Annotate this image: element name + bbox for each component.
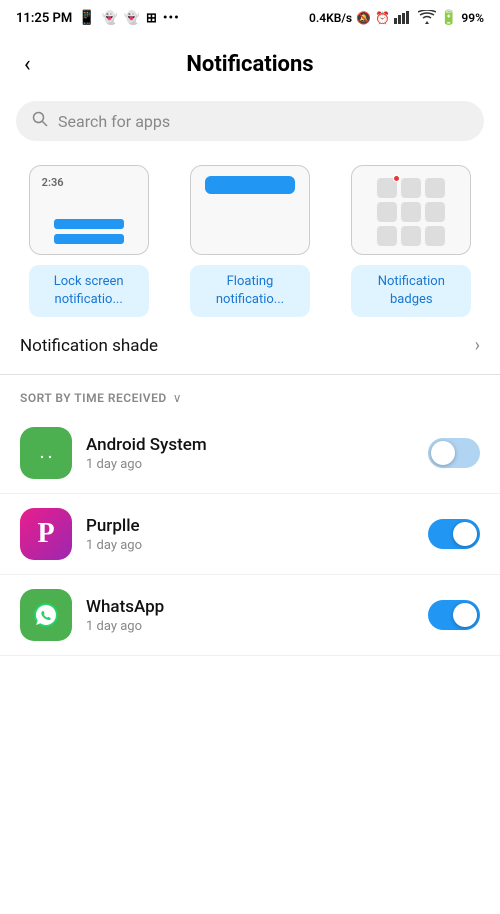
badge-app-3	[425, 178, 445, 198]
mute-icon: 🔕	[356, 11, 371, 25]
badge-app-9	[425, 226, 445, 246]
badge-app-1	[377, 178, 397, 198]
badge-app-6	[425, 202, 445, 222]
purplle-toggle-knob	[453, 522, 477, 546]
android-system-time: 1 day ago	[86, 457, 414, 472]
back-button[interactable]: ‹	[16, 48, 39, 81]
sort-section[interactable]: SORT BY TIME RECEIVED ∨	[0, 375, 500, 413]
badge-label[interactable]: Notification badges	[351, 265, 471, 317]
lock-bar-1	[54, 219, 124, 229]
snapchat2-icon: 👻	[124, 11, 140, 26]
purplle-icon: P	[20, 508, 72, 560]
whatsapp-name: WhatsApp	[86, 597, 414, 617]
badge-app-2	[401, 178, 421, 198]
whatsapp-toggle-knob	[453, 603, 477, 627]
floating-card[interactable]	[190, 165, 310, 255]
whatsapp-app-icon	[20, 589, 72, 641]
whatsapp-time: 1 day ago	[86, 619, 414, 634]
badge-dot	[393, 175, 400, 182]
grid-icon: ⊞	[146, 11, 157, 26]
app-row-purplle: P Purplle 1 day ago	[0, 494, 500, 575]
lock-screen-item[interactable]: 2:36 Lock screen notificatio...	[12, 165, 165, 317]
android-system-icon	[20, 427, 72, 479]
purplle-time: 1 day ago	[86, 538, 414, 553]
float-notif-bar	[205, 176, 295, 194]
badge-app-grid	[377, 178, 445, 246]
lock-bar-2	[54, 234, 124, 244]
notif-shade-row[interactable]: Notification shade ›	[0, 317, 500, 374]
chevron-right-icon: ›	[475, 335, 480, 356]
whatsapp-toggle[interactable]	[428, 600, 480, 630]
floating-item[interactable]: Floating notificatio...	[173, 165, 326, 317]
wifi-icon	[418, 10, 436, 27]
page-title: Notifications	[186, 52, 313, 77]
purplle-toggle[interactable]	[428, 519, 480, 549]
status-right: 0.4KB/s 🔕 ⏰ 🔋 99%	[309, 10, 484, 27]
whatsapp-icon: 📱	[78, 10, 95, 26]
badge-item[interactable]: Notification badges	[335, 165, 488, 317]
search-icon	[32, 111, 48, 131]
android-system-name: Android System	[86, 435, 414, 455]
lock-time-label: 2:36	[42, 176, 64, 189]
whatsapp-info: WhatsApp 1 day ago	[86, 597, 414, 634]
badge-app-4	[377, 202, 397, 222]
sort-label: SORT BY TIME RECEIVED	[20, 391, 167, 405]
purplle-info: Purplle 1 day ago	[86, 516, 414, 553]
header: ‹ Notifications	[0, 36, 500, 93]
purplle-name: Purplle	[86, 516, 414, 536]
search-bar[interactable]: Search for apps	[16, 101, 484, 141]
app-row-android: Android System 1 day ago	[0, 413, 500, 494]
status-bar: 11:25 PM 📱 👻 👻 ⊞ ••• 0.4KB/s 🔕 ⏰ 🔋 99%	[0, 0, 500, 36]
sort-chevron-icon: ∨	[173, 391, 182, 405]
badge-app-5	[401, 202, 421, 222]
android-system-toggle[interactable]	[428, 438, 480, 468]
more-icon: •••	[163, 11, 180, 26]
battery-level: 99%	[461, 11, 484, 25]
floating-label[interactable]: Floating notificatio...	[190, 265, 310, 317]
network-speed: 0.4KB/s	[309, 11, 352, 25]
app-row-whatsapp: WhatsApp 1 day ago	[0, 575, 500, 656]
badge-card[interactable]	[351, 165, 471, 255]
notif-types-section: 2:36 Lock screen notificatio... Floating…	[0, 157, 500, 317]
android-system-toggle-knob	[431, 441, 455, 465]
android-system-info: Android System 1 day ago	[86, 435, 414, 472]
battery-icon: 🔋	[440, 10, 457, 26]
snapchat-icon: 👻	[102, 11, 118, 26]
alarm-icon: ⏰	[375, 11, 390, 25]
badge-app-8	[401, 226, 421, 246]
signal-icon	[394, 10, 414, 27]
badge-app-7	[377, 226, 397, 246]
lock-screen-label[interactable]: Lock screen notificatio...	[29, 265, 149, 317]
notif-shade-label: Notification shade	[20, 336, 158, 356]
search-placeholder: Search for apps	[58, 112, 170, 131]
lock-screen-card[interactable]: 2:36	[29, 165, 149, 255]
status-time: 11:25 PM 📱 👻 👻 ⊞ •••	[16, 10, 180, 26]
time-label: 11:25 PM	[16, 11, 72, 26]
app-list: Android System 1 day ago P Purplle 1 day…	[0, 413, 500, 656]
